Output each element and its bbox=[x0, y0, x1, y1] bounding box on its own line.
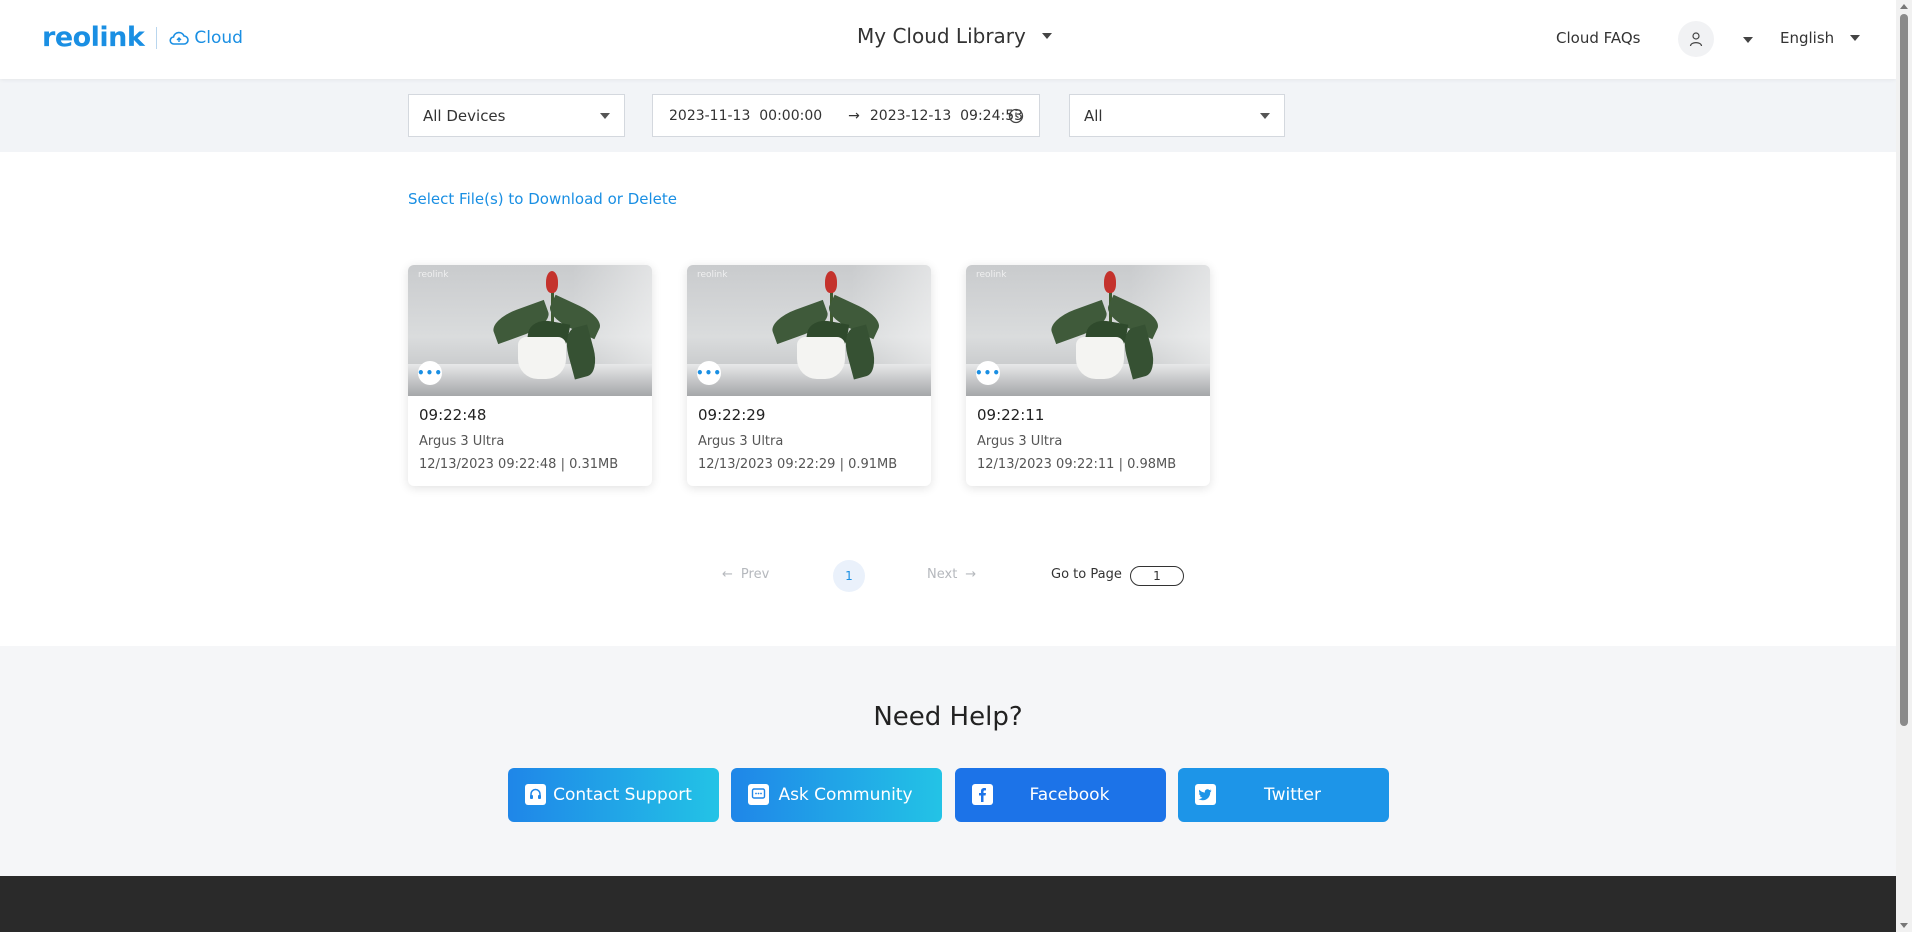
card-time: 09:22:29 bbox=[698, 406, 766, 424]
device-select-value: All Devices bbox=[423, 106, 506, 125]
chevron-down-icon bbox=[1041, 33, 1052, 39]
footer bbox=[0, 876, 1896, 932]
page-scrollbar[interactable] bbox=[1896, 0, 1912, 932]
camera-watermark: reolink bbox=[697, 270, 728, 280]
reolink-logo[interactable]: reolink Cloud bbox=[42, 22, 243, 53]
logo-divider bbox=[156, 26, 158, 49]
clock-history-icon bbox=[1008, 108, 1024, 124]
contact-support-label: Contact Support bbox=[553, 785, 692, 805]
logo-text: reolink bbox=[42, 22, 145, 53]
twitter-button[interactable]: Twitter bbox=[1178, 768, 1389, 822]
more-options-button[interactable]: ••• bbox=[417, 361, 444, 385]
video-card[interactable]: reolink ••• 09:22:11 Argus 3 Ultra 12/13… bbox=[966, 265, 1210, 486]
scroll-thumb[interactable] bbox=[1900, 14, 1908, 726]
pagination: ← Prev 1 Next → Go to Page 1 bbox=[0, 559, 1896, 592]
chevron-down-icon bbox=[1850, 35, 1861, 41]
date-end[interactable]: 2023-12-13 09:24:53 bbox=[870, 108, 1023, 124]
ask-community-label: Ask Community bbox=[778, 785, 913, 805]
page: reolink Cloud My Cloud Library Cloud FAQ… bbox=[0, 0, 1896, 932]
facebook-button[interactable]: Facebook bbox=[955, 768, 1166, 822]
video-thumbnail[interactable]: reolink ••• bbox=[408, 265, 652, 396]
cloud-icon bbox=[169, 31, 190, 45]
ellipsis-icon: ••• bbox=[696, 366, 723, 380]
thumbnail-flower bbox=[1104, 271, 1116, 293]
facebook-label: Facebook bbox=[1029, 785, 1110, 805]
thumbnail-pot bbox=[797, 337, 845, 379]
card-meta: 12/13/2023 09:22:11 | 0.98MB bbox=[977, 457, 1177, 472]
device-select[interactable]: All Devices bbox=[408, 94, 625, 137]
user-avatar-button[interactable] bbox=[1678, 21, 1714, 57]
prev-page-button[interactable]: ← Prev bbox=[722, 567, 769, 582]
camera-watermark: reolink bbox=[976, 270, 1007, 280]
select-files-link[interactable]: Select File(s) to Download or Delete bbox=[408, 190, 677, 208]
help-section: Need Help? Contact Support Ask Community… bbox=[0, 646, 1896, 876]
logo-cloud-label: Cloud bbox=[194, 27, 243, 48]
card-meta: 12/13/2023 09:22:48 | 0.31MB bbox=[419, 457, 619, 472]
twitter-label: Twitter bbox=[1264, 785, 1321, 805]
top-header: reolink Cloud My Cloud Library Cloud FAQ… bbox=[0, 0, 1896, 79]
arrow-right-icon: → bbox=[965, 567, 977, 582]
prev-label: Prev bbox=[740, 567, 770, 582]
card-device: Argus 3 Ultra bbox=[698, 434, 784, 449]
chevron-down-icon bbox=[1260, 113, 1270, 119]
video-card[interactable]: reolink ••• 09:22:29 Argus 3 Ultra 12/13… bbox=[687, 265, 931, 486]
library-title-dropdown[interactable]: My Cloud Library bbox=[857, 24, 1052, 48]
user-icon bbox=[1689, 32, 1703, 47]
user-menu-chevron-icon[interactable] bbox=[1743, 37, 1753, 43]
scroll-down-icon[interactable] bbox=[1900, 923, 1908, 928]
headset-icon bbox=[525, 784, 546, 805]
thumbnail-pot bbox=[1076, 337, 1124, 379]
go-to-page-input[interactable]: 1 bbox=[1130, 566, 1184, 586]
arrow-right-icon: → bbox=[848, 107, 860, 124]
page-number-current[interactable]: 1 bbox=[833, 560, 865, 592]
card-time: 09:22:11 bbox=[977, 406, 1045, 424]
page-title: My Cloud Library bbox=[857, 24, 1026, 48]
chevron-down-icon bbox=[600, 113, 610, 119]
facebook-icon bbox=[972, 784, 993, 805]
type-select[interactable]: All bbox=[1069, 94, 1285, 137]
ellipsis-icon: ••• bbox=[417, 366, 444, 380]
video-card[interactable]: reolink ••• 09:22:48 Argus 3 Ultra 12/13… bbox=[408, 265, 652, 486]
thumbnail-flower bbox=[546, 271, 558, 293]
video-thumbnail[interactable]: reolink ••• bbox=[966, 265, 1210, 396]
chat-icon bbox=[748, 784, 769, 805]
next-page-button[interactable]: Next → bbox=[927, 567, 976, 582]
type-select-value: All bbox=[1084, 106, 1103, 125]
next-label: Next bbox=[927, 567, 958, 582]
thumbnail-flower bbox=[825, 271, 837, 293]
arrow-left-icon: ← bbox=[722, 567, 733, 582]
more-options-button[interactable]: ••• bbox=[975, 361, 1002, 385]
video-thumbnail[interactable]: reolink ••• bbox=[687, 265, 931, 396]
contact-support-button[interactable]: Contact Support bbox=[508, 768, 719, 822]
help-title: Need Help? bbox=[873, 702, 1023, 732]
scroll-up-icon[interactable] bbox=[1900, 4, 1908, 9]
logo-cloud: Cloud bbox=[169, 28, 243, 48]
ellipsis-icon: ••• bbox=[975, 366, 1002, 380]
card-device: Argus 3 Ultra bbox=[977, 434, 1063, 449]
ask-community-button[interactable]: Ask Community bbox=[731, 768, 942, 822]
thumbnail-pot bbox=[518, 337, 566, 379]
camera-watermark: reolink bbox=[418, 270, 449, 280]
language-label: English bbox=[1780, 29, 1835, 47]
language-selector[interactable]: English bbox=[1780, 29, 1861, 47]
go-to-page-label: Go to Page bbox=[1051, 567, 1122, 582]
card-time: 09:22:48 bbox=[419, 406, 487, 424]
card-device: Argus 3 Ultra bbox=[419, 434, 505, 449]
filter-bar: All Devices 2023-11-13 00:00:00 → 2023-1… bbox=[0, 79, 1896, 152]
more-options-button[interactable]: ••• bbox=[696, 361, 723, 385]
card-meta: 12/13/2023 09:22:29 | 0.91MB bbox=[698, 457, 898, 472]
twitter-icon bbox=[1195, 784, 1216, 805]
date-range-picker[interactable]: 2023-11-13 00:00:00 → 2023-12-13 09:24:5… bbox=[652, 94, 1040, 137]
date-start[interactable]: 2023-11-13 00:00:00 bbox=[669, 108, 822, 124]
cloud-faqs-link[interactable]: Cloud FAQs bbox=[1556, 29, 1641, 47]
